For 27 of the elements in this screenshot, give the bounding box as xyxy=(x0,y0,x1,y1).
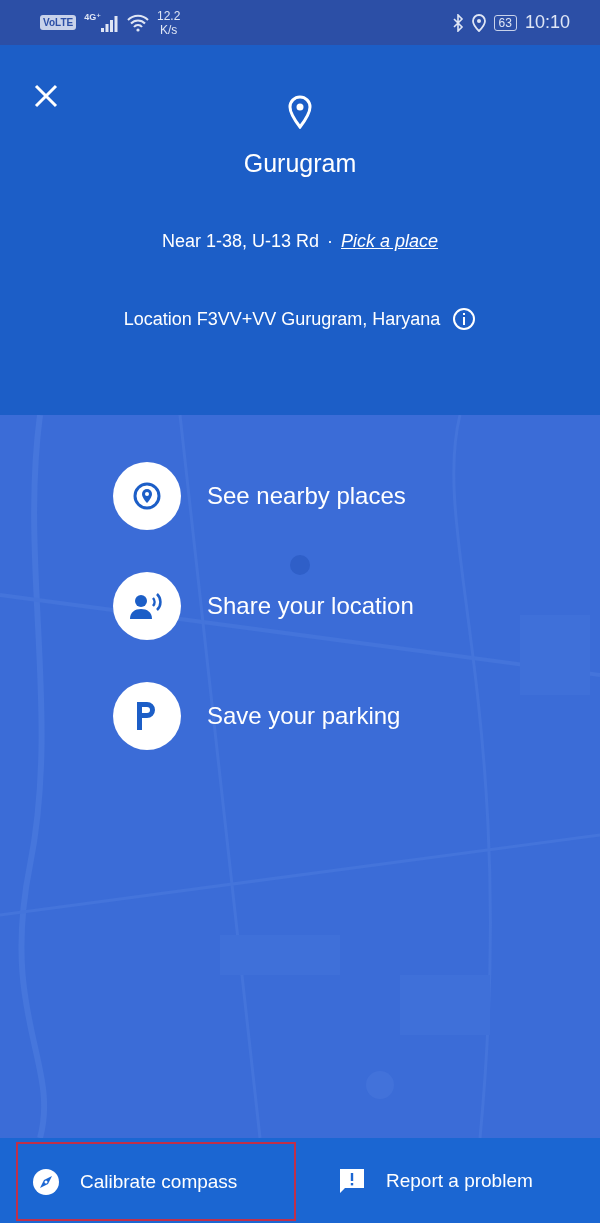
network-speed: 12.2 xyxy=(156,8,181,23)
location-icon xyxy=(471,13,486,32)
wifi-icon xyxy=(126,13,149,32)
place-title: Gurugram xyxy=(243,149,357,178)
plus-code-location: Location F3VV+VV Gurugram, Haryana xyxy=(123,308,441,330)
location-target-icon xyxy=(132,481,162,511)
clock: 10:10 xyxy=(524,12,570,33)
bottom-action-button[interactable]: Report a problem xyxy=(308,1138,600,1223)
nearby-address: Near 1-38, U-13 Rd xyxy=(161,231,319,252)
speed-unit: K/s xyxy=(159,22,178,37)
battery-level: 63 xyxy=(493,14,517,31)
action-button[interactable]: See nearby places xyxy=(113,462,600,530)
volte-indicator: VoLTE xyxy=(40,15,77,30)
action-button[interactable]: Share your location xyxy=(113,572,600,640)
close-icon xyxy=(34,84,58,108)
location-pin-icon xyxy=(288,95,312,129)
pick-place-link[interactable]: Pick a place xyxy=(341,231,439,252)
bottom-action-button[interactable]: Calibrate compass xyxy=(16,1142,296,1221)
info-icon[interactable] xyxy=(452,307,477,331)
feedback-icon xyxy=(338,1166,366,1195)
action-button[interactable]: Save your parking xyxy=(113,682,600,750)
signal-icon xyxy=(100,13,119,32)
bluetooth-icon xyxy=(451,13,464,32)
separator-dot: · xyxy=(327,231,333,252)
network-type: 4G⁺ xyxy=(84,12,101,22)
compass-icon xyxy=(32,1167,60,1196)
person-speaking-icon xyxy=(129,591,165,621)
